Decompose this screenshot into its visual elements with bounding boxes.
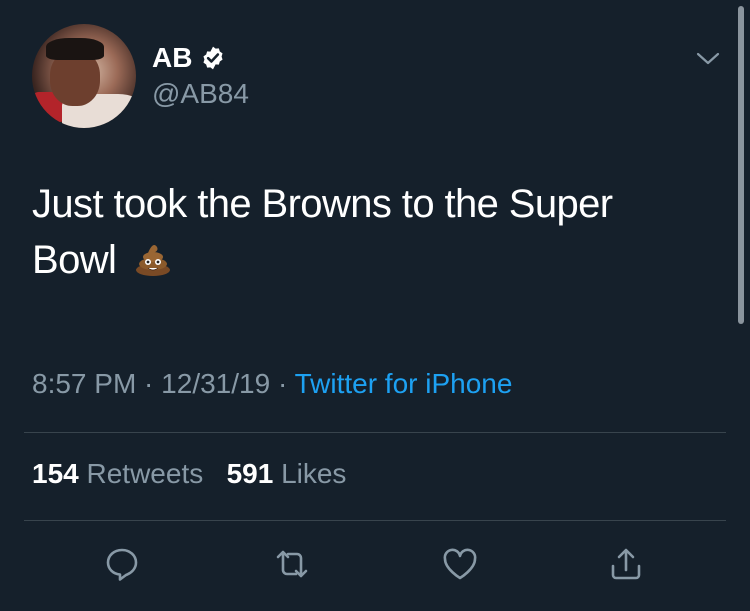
- like-icon: [443, 548, 477, 580]
- meta-separator: ·: [270, 368, 295, 399]
- likes-label: Likes: [281, 458, 347, 489]
- user-name-row: AB: [152, 42, 226, 74]
- reply-button[interactable]: [102, 544, 142, 584]
- likes-stat[interactable]: 591 Likes: [227, 458, 347, 489]
- profile-avatar[interactable]: [32, 24, 136, 128]
- verified-badge-icon: [203, 46, 223, 70]
- tweet-time: 8:57 PM: [32, 368, 137, 399]
- retweets-count: 154: [32, 458, 79, 489]
- tweet-body: Just took the Browns to the Super Bowl: [32, 182, 613, 282]
- user-handle[interactable]: @AB84: [152, 78, 249, 110]
- likes-count: 591: [226, 458, 274, 489]
- like-button[interactable]: [440, 544, 480, 584]
- pile-of-poo-emoji-icon: [135, 245, 170, 276]
- meta-separator: ·: [136, 368, 162, 399]
- display-name[interactable]: AB: [152, 42, 192, 74]
- scrollbar[interactable]: [738, 6, 744, 324]
- divider: [24, 520, 726, 521]
- tweet-meta: 8:57 PM · 12/31/19 · Twitter for iPhone: [32, 368, 512, 400]
- retweets-label: Retweets: [86, 458, 204, 489]
- divider: [24, 432, 726, 433]
- retweet-icon: [276, 550, 308, 578]
- chevron-down-icon[interactable]: [694, 48, 722, 68]
- tweet-stats: 154 Retweets 591 Likes: [32, 458, 346, 490]
- tweet-source-link[interactable]: Twitter for iPhone: [295, 368, 513, 399]
- retweet-button[interactable]: [272, 544, 312, 584]
- share-button[interactable]: [606, 544, 646, 584]
- retweets-stat[interactable]: 154 Retweets: [32, 458, 203, 489]
- reply-icon: [106, 548, 138, 581]
- tweet-date: 12/31/19: [161, 368, 271, 399]
- share-icon: [611, 548, 641, 580]
- tweet-text: Just took the Browns to the Super Bowl: [32, 176, 672, 288]
